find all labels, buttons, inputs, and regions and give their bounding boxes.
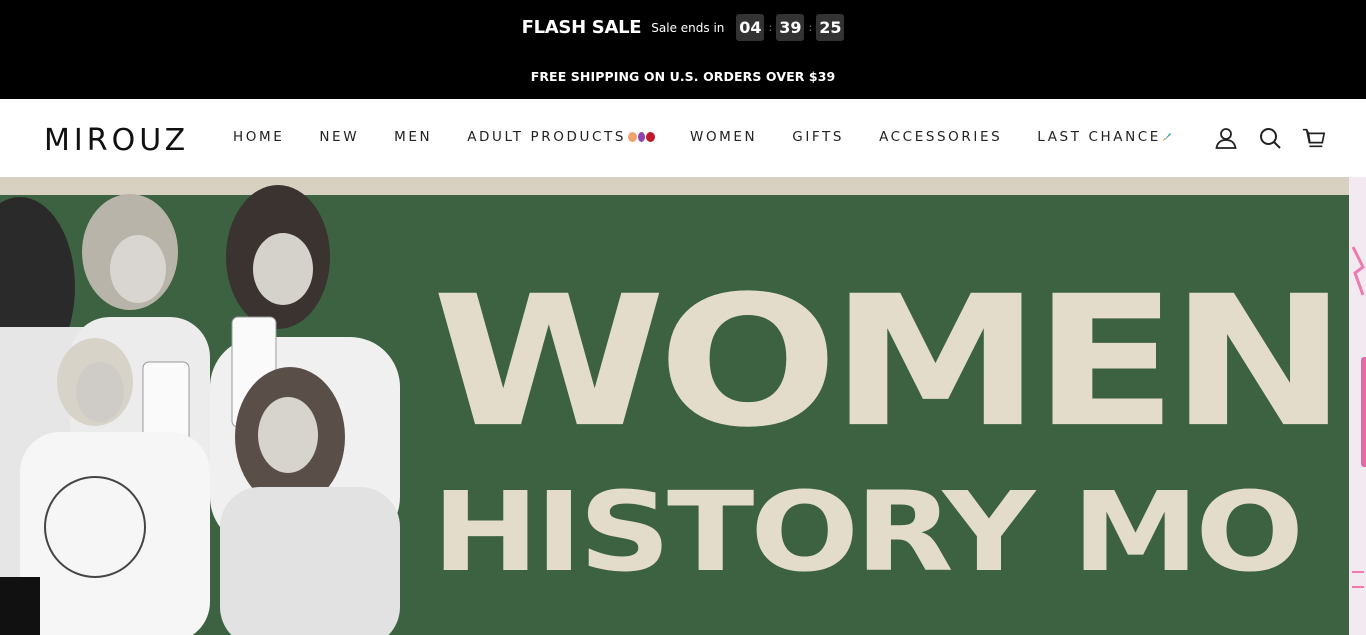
hero-banner[interactable]: WOMEN HISTORY MO [0,177,1349,635]
flash-sale-subtitle: Sale ends in [651,20,725,35]
nav-item-last-chance[interactable]: LAST CHANCE [1037,129,1173,145]
search-icon[interactable] [1258,126,1282,150]
hero-photo [0,177,410,635]
next-slide-peek[interactable] [1349,177,1366,635]
flash-sale-row: FLASH SALE Sale ends in 04 : 39 : 25 [0,14,1366,41]
eggplant-icon [638,132,645,142]
countdown-minutes: 39 [776,14,805,41]
nav-item-women[interactable]: WOMEN [690,129,757,145]
nav-label: HOME [233,129,285,145]
nav-label: ACCESSORIES [879,129,1003,145]
countdown-separator: : [768,21,773,34]
nav-emoji-icons [628,132,655,142]
countdown-seconds: 25 [816,14,845,41]
site-logo[interactable]: MIROUZ [44,123,189,158]
nav-label: GIFTS [792,129,845,145]
site-header: MIROUZ HOME NEW MEN ADULT PRODUCTS WOMEN… [0,99,1366,177]
nav-item-accessories[interactable]: ACCESSORIES [879,129,1002,145]
nav-label: NEW [319,129,360,145]
nav-label: ADULT PRODUCTS [467,129,626,145]
rocket-icon [1162,133,1171,141]
nav-label: WOMEN [690,129,758,145]
nav-item-new[interactable]: NEW [319,129,359,145]
account-icon[interactable] [1214,126,1238,150]
main-nav: HOME NEW MEN ADULT PRODUCTS WOMEN GIFTS … [233,129,1208,145]
nav-item-men[interactable]: MEN [394,129,432,145]
flash-sale-title: FLASH SALE [521,17,642,38]
hero-headline-line2: HISTORY MO [432,468,1304,597]
hero-headline: WOMEN HISTORY MO [432,256,1347,606]
peach-icon [628,132,637,142]
nav-label: LAST CHANCE [1037,129,1161,145]
cart-icon[interactable] [1302,126,1326,150]
header-icons [1214,126,1326,150]
cherries-icon [646,132,655,142]
promo-bar: FLASH SALE Sale ends in 04 : 39 : 25 FRE… [0,0,1366,99]
countdown-separator: : [808,21,813,34]
nav-item-adult-products[interactable]: ADULT PRODUCTS [467,129,655,145]
nav-label: MEN [394,129,433,145]
free-shipping-banner[interactable]: FREE SHIPPING ON U.S. ORDERS OVER $39 [0,69,1366,84]
countdown-hours: 04 [736,14,765,41]
nav-item-home[interactable]: HOME [233,129,284,145]
hero-headline-line1: WOMEN [432,256,1347,467]
nav-item-gifts[interactable]: GIFTS [792,129,844,145]
